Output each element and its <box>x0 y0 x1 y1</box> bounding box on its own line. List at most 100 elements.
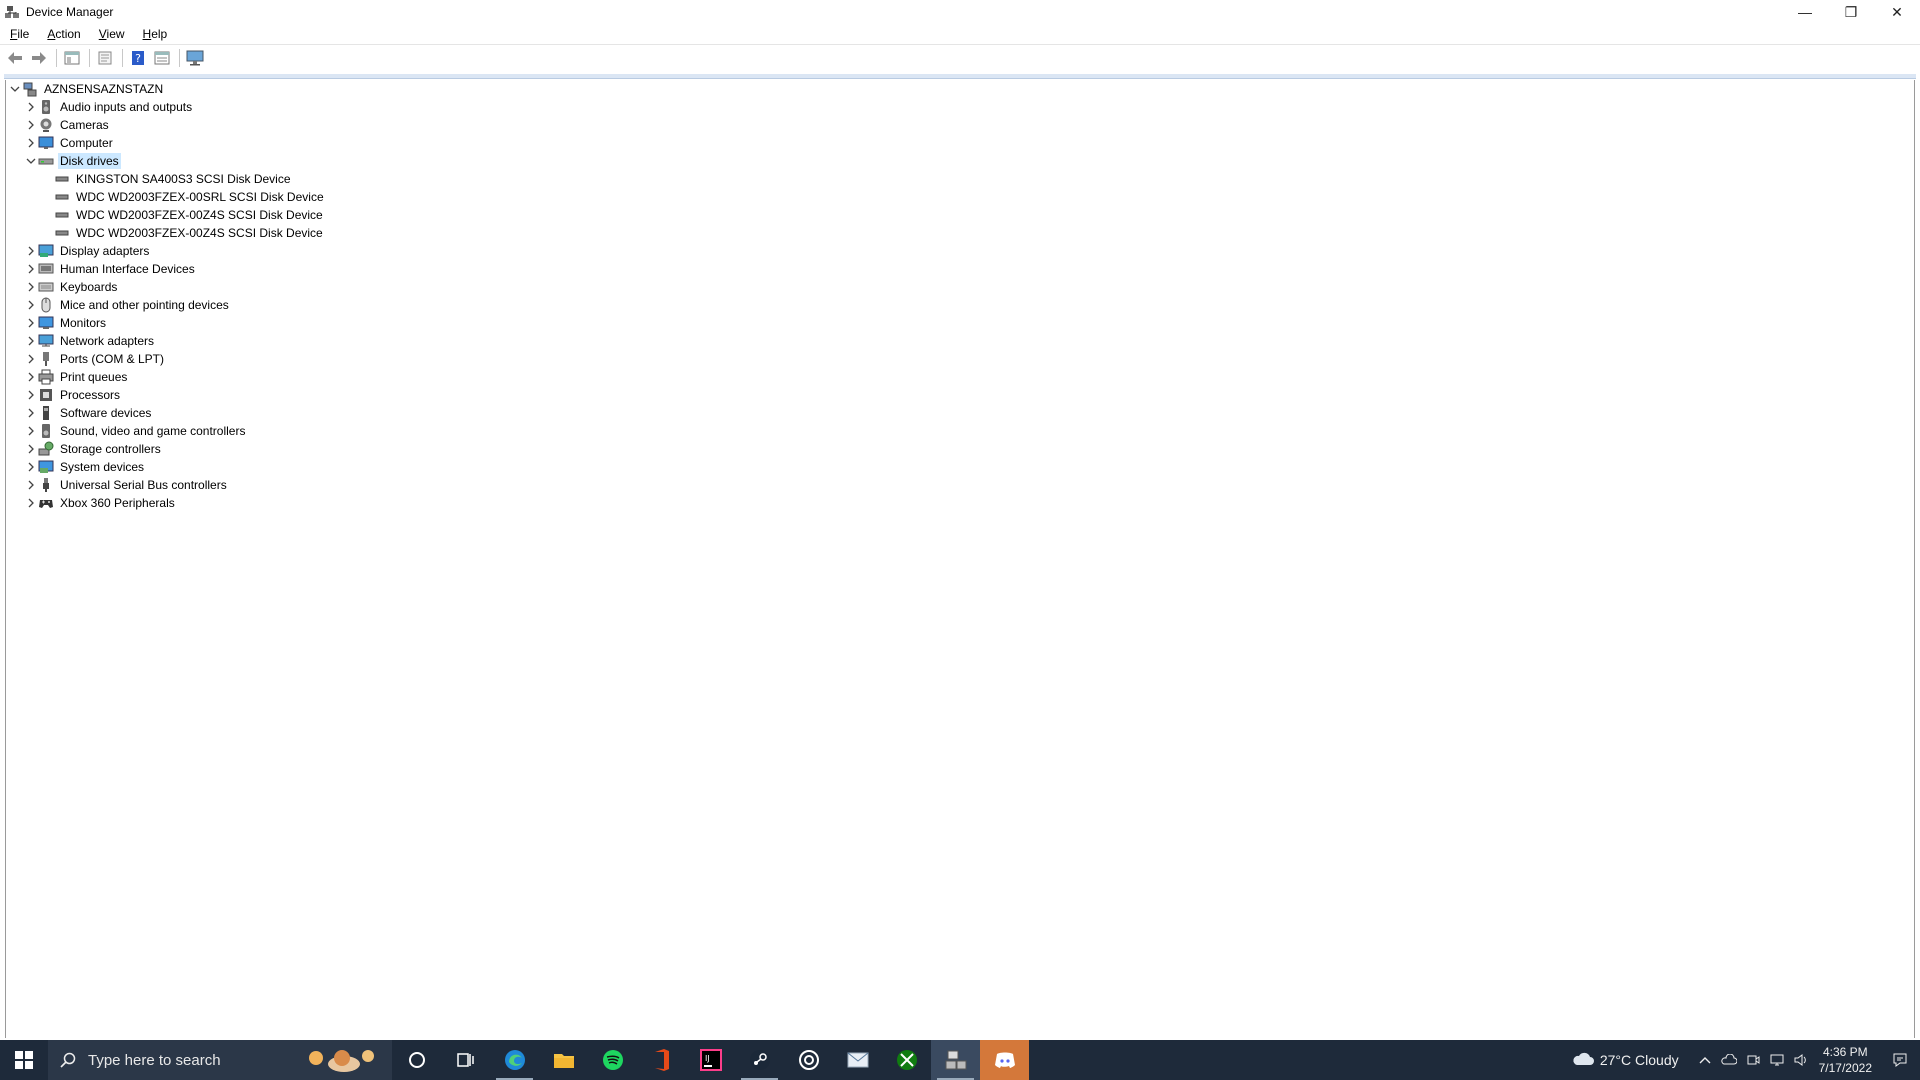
tree-category-network-adapters[interactable]: Network adapters <box>24 332 156 350</box>
help-icon[interactable]: ? <box>127 48 149 68</box>
edge-icon[interactable] <box>490 1040 539 1080</box>
notification-center-icon[interactable] <box>1880 1040 1920 1080</box>
chevron-right-icon[interactable] <box>24 368 38 386</box>
search-icon <box>48 1052 88 1068</box>
camera-icon <box>38 117 54 133</box>
chevron-right-icon[interactable] <box>24 404 38 422</box>
tree-category-xbox-360-peripherals[interactable]: Xbox 360 Peripherals <box>24 494 177 512</box>
chevron-right-icon[interactable] <box>24 296 38 314</box>
onedrive-icon[interactable] <box>1717 1040 1741 1080</box>
tree-category-sound-video-and-game-controllers[interactable]: Sound, video and game controllers <box>24 422 247 440</box>
tree-root-computer[interactable]: AZNSENSAZNSTAZN <box>8 80 165 98</box>
usb-icon <box>38 477 54 493</box>
chevron-right-icon[interactable] <box>24 278 38 296</box>
tree-category-system-devices[interactable]: System devices <box>24 458 146 476</box>
chevron-right-icon[interactable] <box>24 422 38 440</box>
tree-category-human-interface-devices[interactable]: Human Interface Devices <box>24 260 197 278</box>
search-highlight-illustration-icon <box>306 1044 386 1076</box>
tree-category-audio-inputs-and-outputs[interactable]: Audio inputs and outputs <box>24 98 194 116</box>
tree-category-cameras[interactable]: Cameras <box>24 116 111 134</box>
tree-device-disk[interactable]: WDC WD2003FZEX-00Z4S SCSI Disk Device <box>54 206 325 224</box>
tree-node-label: Print queues <box>60 370 128 384</box>
steam-icon[interactable] <box>735 1040 784 1080</box>
mail-icon[interactable] <box>833 1040 882 1080</box>
tree-device-disk[interactable]: WDC WD2003FZEX-00Z4S SCSI Disk Device <box>54 224 325 242</box>
monitor-scan-icon[interactable] <box>184 48 206 68</box>
printer-icon <box>38 369 54 385</box>
chevron-right-icon[interactable] <box>24 134 38 152</box>
clock-date: 7/17/2022 <box>1818 1061 1872 1075</box>
taskbar-search-box[interactable]: Type here to search <box>48 1040 392 1080</box>
tree-device-disk[interactable]: KINGSTON SA400S3 SCSI Disk Device <box>54 170 293 188</box>
clock[interactable]: 4:36 PM 7/17/2022 <box>1819 1044 1872 1076</box>
tree-node-label: Disk drives <box>58 153 121 169</box>
tree-category-monitors[interactable]: Monitors <box>24 314 108 332</box>
sound-controller-icon <box>38 423 54 439</box>
close-button[interactable]: ✕ <box>1874 0 1920 24</box>
tree-node-label: Storage controllers <box>60 442 161 456</box>
tree-category-universal-serial-bus-controllers[interactable]: Universal Serial Bus controllers <box>24 476 229 494</box>
tree-category-keyboards[interactable]: Keyboards <box>24 278 119 296</box>
tree-category-software-devices[interactable]: Software devices <box>24 404 153 422</box>
storage-controller-icon <box>38 441 54 457</box>
chevron-down-icon[interactable] <box>24 152 38 170</box>
tree-node-label: Display adapters <box>60 244 150 258</box>
tree-category-display-adapters[interactable]: Display adapters <box>24 242 151 260</box>
tree-device-disk[interactable]: WDC WD2003FZEX-00SRL SCSI Disk Device <box>54 188 326 206</box>
show-hide-tree-icon[interactable] <box>61 48 83 68</box>
task-view-icon[interactable] <box>441 1040 490 1080</box>
system-tray: 27°C Cloudy 4:36 PM 7/17/2022 <box>1572 1040 1920 1080</box>
menu-help[interactable]: Help <box>133 27 176 41</box>
toolbar-separator <box>122 49 123 67</box>
discord-icon[interactable] <box>980 1040 1029 1080</box>
tree-category-ports-com-lpt[interactable]: Ports (COM & LPT) <box>24 350 166 368</box>
jetbrains-icon[interactable]: IJ <box>686 1040 735 1080</box>
chevron-right-icon[interactable] <box>24 260 38 278</box>
xbox-icon[interactable] <box>882 1040 931 1080</box>
tree-category-disk-drives[interactable]: Disk drives <box>24 152 121 170</box>
ubisoft-icon[interactable] <box>784 1040 833 1080</box>
tree-node-label: Network adapters <box>60 334 155 348</box>
minimize-button[interactable]: — <box>1782 0 1828 24</box>
chevron-down-icon[interactable] <box>8 80 22 98</box>
chevron-right-icon[interactable] <box>24 350 38 368</box>
tree-node-label: Processors <box>60 388 121 402</box>
chevron-right-icon[interactable] <box>24 332 38 350</box>
tree-category-processors[interactable]: Processors <box>24 386 122 404</box>
display-adapter-icon <box>38 243 54 259</box>
chevron-right-icon[interactable] <box>24 440 38 458</box>
chevron-right-icon[interactable] <box>24 116 38 134</box>
menu-view[interactable]: View <box>89 27 133 41</box>
back-icon[interactable] <box>4 48 26 68</box>
tree-category-computer[interactable]: Computer <box>24 134 115 152</box>
chevron-right-icon[interactable] <box>24 242 38 260</box>
tree-node-label: Mice and other pointing devices <box>60 298 229 312</box>
chevron-right-icon[interactable] <box>24 98 38 116</box>
menu-action[interactable]: Action <box>37 27 88 41</box>
network-icon[interactable] <box>1765 1040 1789 1080</box>
spotify-icon[interactable] <box>588 1040 637 1080</box>
details-view-icon[interactable] <box>151 48 173 68</box>
chevron-right-icon[interactable] <box>24 314 38 332</box>
volume-icon[interactable] <box>1789 1040 1813 1080</box>
file-explorer-icon[interactable] <box>539 1040 588 1080</box>
tree-category-mice-and-other-pointing-devices[interactable]: Mice and other pointing devices <box>24 296 231 314</box>
speaker-icon <box>38 99 54 115</box>
weather-widget[interactable]: 27°C Cloudy <box>1572 1052 1679 1069</box>
device-manager-taskbar-icon[interactable] <box>931 1040 980 1080</box>
tree-category-storage-controllers[interactable]: Storage controllers <box>24 440 163 458</box>
tree-category-print-queues[interactable]: Print queues <box>24 368 129 386</box>
start-button[interactable] <box>0 1040 48 1080</box>
restore-button[interactable]: ❐ <box>1828 0 1874 24</box>
office-icon[interactable] <box>637 1040 686 1080</box>
chevron-right-icon[interactable] <box>24 458 38 476</box>
chevron-right-icon[interactable] <box>24 386 38 404</box>
properties-icon[interactable] <box>94 48 116 68</box>
cortana-icon[interactable] <box>392 1040 441 1080</box>
meet-now-icon[interactable] <box>1741 1040 1765 1080</box>
chevron-up-icon[interactable] <box>1693 1040 1717 1080</box>
forward-icon[interactable] <box>28 48 50 68</box>
menu-file[interactable]: File <box>0 27 37 41</box>
chevron-right-icon[interactable] <box>24 476 38 494</box>
chevron-right-icon[interactable] <box>24 494 38 512</box>
